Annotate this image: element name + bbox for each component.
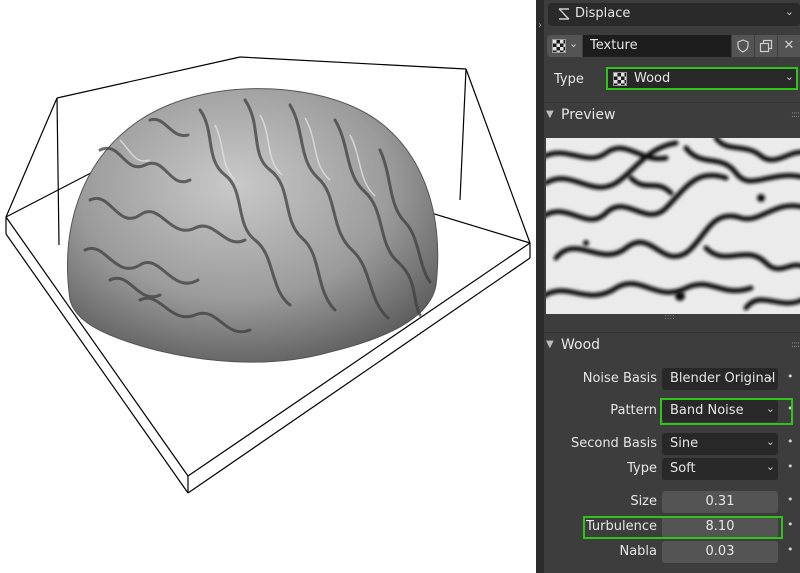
pattern-highlight xyxy=(660,398,793,425)
panel-edge-strip xyxy=(536,0,544,573)
size-label: Size xyxy=(630,494,657,509)
nabla-label: Nabla xyxy=(619,544,657,559)
nabla-row: Nabla 0.03 • xyxy=(544,540,800,564)
keyframe-dot-icon[interactable]: • xyxy=(787,493,794,506)
texture-selector-row: ⌄ Texture ✕ xyxy=(544,34,800,58)
viewport-scene xyxy=(5,56,531,494)
expand-chevron-icon[interactable]: › xyxy=(536,20,544,31)
wood-type-row: Type Soft ⌄ • xyxy=(544,457,800,481)
keyframe-dot-icon[interactable]: • xyxy=(787,460,794,473)
second-basis-row: Second Basis Sine ⌄ • xyxy=(544,432,800,456)
type-label: Type xyxy=(554,72,584,87)
keyframe-dot-icon[interactable]: • xyxy=(787,370,794,383)
displaced-mesh xyxy=(67,88,439,363)
wood-type-label: Type xyxy=(627,461,657,476)
chevron-down-icon: ⌄ xyxy=(765,460,775,473)
texture-preview-image xyxy=(546,138,800,314)
chevron-down-icon: ⌄ xyxy=(784,70,794,83)
modifier-name: Displace xyxy=(575,6,631,21)
second-basis-dropdown[interactable]: Sine ⌄ xyxy=(662,433,778,455)
wood-panel-header[interactable]: ▼ Wood :::: xyxy=(544,332,800,358)
texture-name-field[interactable]: Texture xyxy=(583,35,731,57)
keyframe-dot-icon[interactable]: • xyxy=(787,518,794,531)
noise-basis-dropdown[interactable]: Blender Original ⌄ xyxy=(662,368,778,390)
texture-type-row: Type Wood ⌄ xyxy=(544,64,800,94)
pattern-label: Pattern xyxy=(610,403,657,418)
nabla-field[interactable]: 0.03 xyxy=(662,541,778,563)
modifier-header[interactable]: Displace ⌄ xyxy=(544,0,800,30)
turbulence-highlight xyxy=(583,516,783,539)
texture-browse-button[interactable]: ⌄ xyxy=(547,35,582,57)
close-icon: ✕ xyxy=(783,38,795,53)
keyframe-dot-icon[interactable]: • xyxy=(787,435,794,448)
wrench-icon xyxy=(558,8,570,20)
keyframe-dot-icon[interactable]: • xyxy=(787,543,794,556)
checker-texture-icon xyxy=(552,39,566,53)
size-field[interactable]: 0.31 xyxy=(662,491,778,513)
3d-viewport[interactable] xyxy=(0,0,536,573)
checker-texture-icon xyxy=(613,72,627,86)
collapse-arrow-icon: ▼ xyxy=(546,339,554,350)
preview-panel-title: Preview xyxy=(561,107,616,123)
chevron-down-icon: ⌄ xyxy=(765,370,775,383)
wood-type-value: Soft xyxy=(670,461,696,476)
chevron-down-icon: ⌄ xyxy=(765,435,775,448)
drag-grip-icon[interactable]: :::: xyxy=(791,110,800,120)
drag-grip-icon[interactable]: :::: xyxy=(791,340,800,350)
fake-user-button[interactable] xyxy=(732,35,754,57)
preview-resize-grip-icon[interactable]: :::: xyxy=(664,312,675,321)
shield-icon xyxy=(737,39,749,53)
unlink-button[interactable]: ✕ xyxy=(778,35,800,57)
copy-icon xyxy=(759,39,773,53)
noise-basis-value: Blender Original xyxy=(670,371,776,386)
second-basis-label: Second Basis xyxy=(570,436,657,451)
noise-basis-row: Noise Basis Blender Original ⌄ • xyxy=(544,367,800,391)
second-basis-value: Sine xyxy=(670,436,699,451)
chevron-down-icon: ⌄ xyxy=(569,37,579,50)
collapse-arrow-icon: ▼ xyxy=(546,109,554,120)
noise-basis-label: Noise Basis xyxy=(582,371,657,386)
wood-type-dropdown[interactable]: Soft ⌄ xyxy=(662,458,778,480)
texture-type-dropdown[interactable]: Wood ⌄ xyxy=(606,67,798,90)
wood-panel-title: Wood xyxy=(561,337,601,353)
duplicate-button[interactable] xyxy=(755,35,777,57)
size-row: Size 0.31 • xyxy=(544,490,800,514)
wood-band-noise-preview xyxy=(546,138,800,314)
preview-panel-header[interactable]: ▼ Preview :::: xyxy=(544,102,800,128)
chevron-down-icon[interactable]: ⌄ xyxy=(785,5,794,18)
texture-type-value: Wood xyxy=(634,71,671,86)
